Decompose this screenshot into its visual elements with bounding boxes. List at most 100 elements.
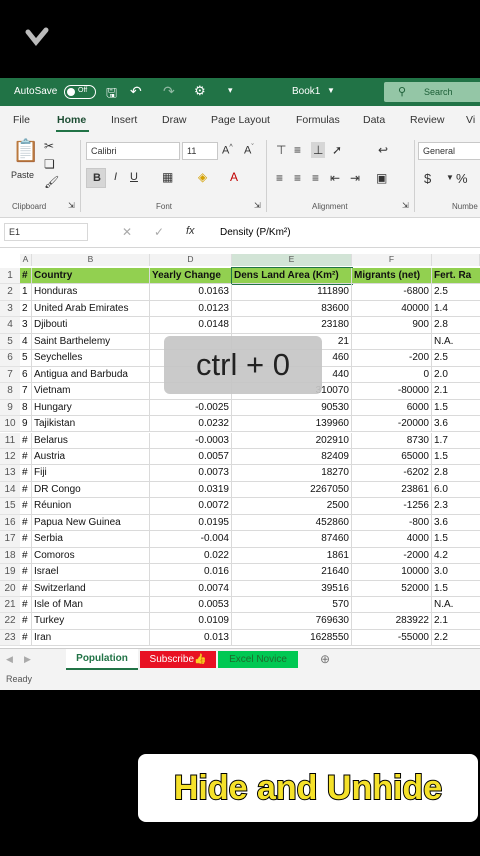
cell-f[interactable]: -200 xyxy=(352,350,432,367)
cell-b[interactable]: Belarus xyxy=(32,432,150,449)
cell-f[interactable]: -20000 xyxy=(352,416,432,433)
row-header[interactable]: 19 xyxy=(0,564,20,581)
header-cell-a[interactable]: # xyxy=(20,268,32,285)
tab-page-layout[interactable]: Page Layout xyxy=(211,114,270,126)
cell-e[interactable]: 769630 xyxy=(232,613,352,630)
wrap-text-icon[interactable]: ↩ xyxy=(378,144,388,156)
cell-g[interactable]: 1.5 xyxy=(432,531,480,548)
cell-f[interactable] xyxy=(352,597,432,614)
fill-color-icon[interactable]: ◈ xyxy=(198,171,207,183)
cell-e[interactable]: 2500 xyxy=(232,498,352,515)
row-header[interactable]: 15 xyxy=(0,498,20,515)
cell-b[interactable]: Réunion xyxy=(32,498,150,515)
grow-font-icon[interactable]: A^ xyxy=(222,144,233,157)
redo-icon[interactable]: ↷ xyxy=(163,83,175,100)
cell-d[interactable]: 0.0074 xyxy=(150,580,232,597)
underline-button[interactable]: U xyxy=(130,172,138,183)
cell-e[interactable]: 87460 xyxy=(232,531,352,548)
cell-f[interactable]: 283922 xyxy=(352,613,432,630)
header-cell-f[interactable]: Migrants (net) xyxy=(352,268,432,285)
dialog-launcher-icon[interactable]: ⇲ xyxy=(68,202,75,210)
align-left-icon[interactable]: ≡ xyxy=(276,172,283,184)
cell-f[interactable]: 6000 xyxy=(352,399,432,417)
cell-e[interactable]: 570 xyxy=(232,597,352,614)
bold-button[interactable]: B xyxy=(86,168,106,188)
cell-f[interactable]: 900 xyxy=(352,317,432,334)
col-header-f[interactable]: F xyxy=(352,254,432,266)
cell-g[interactable]: 1.5 xyxy=(432,449,480,466)
percent-button[interactable]: % xyxy=(456,172,468,185)
customize-qat-icon[interactable]: ▾ xyxy=(228,85,233,96)
tab-file[interactable]: File xyxy=(13,114,30,126)
cell-e[interactable]: 139960 xyxy=(232,416,352,433)
cell-b[interactable]: Tajikistan xyxy=(32,416,150,433)
cell-a[interactable]: # xyxy=(20,448,32,466)
cell-f[interactable]: -1256 xyxy=(352,498,432,515)
cell-d[interactable]: -0.004 xyxy=(150,531,232,548)
cell-a[interactable]: 6 xyxy=(20,366,32,384)
cell-b[interactable]: DR Congo xyxy=(32,481,150,499)
cell-d[interactable]: 0.022 xyxy=(150,547,232,565)
row-header[interactable]: 2 xyxy=(0,284,20,301)
cell-b[interactable]: Serbia xyxy=(32,531,150,548)
cell-e[interactable]: 1628550 xyxy=(232,629,352,647)
prev-sheet-icon[interactable]: ◀ xyxy=(6,654,13,665)
cell-b[interactable]: United Arab Emirates xyxy=(32,300,150,318)
row-header[interactable]: 21 xyxy=(0,597,20,614)
alignment-dialog-launcher-icon[interactable]: ⇲ xyxy=(402,202,409,210)
cell-a[interactable]: # xyxy=(20,547,32,565)
col-header-g[interactable] xyxy=(432,254,480,266)
row-header[interactable]: 3 xyxy=(0,300,20,318)
cell-d[interactable]: 0.0072 xyxy=(150,498,232,515)
cell-a[interactable]: # xyxy=(20,629,32,647)
cell-b[interactable]: Isle of Man xyxy=(32,597,150,614)
cell-e[interactable]: 23180 xyxy=(232,317,352,334)
cell-b[interactable]: Antigua and Barbuda xyxy=(32,366,150,384)
col-header-e[interactable]: E xyxy=(232,254,352,266)
cell-b[interactable]: Israel xyxy=(32,564,150,581)
row-header[interactable]: 8 xyxy=(0,383,20,400)
undo-icon[interactable]: ↶ xyxy=(130,83,142,100)
cell-g[interactable]: 2.0 xyxy=(432,367,480,384)
align-right-icon[interactable]: ≡ xyxy=(312,172,319,184)
italic-button[interactable]: I xyxy=(114,172,117,183)
cell-b[interactable]: Saint Barthelemy xyxy=(32,333,150,351)
header-cell-d[interactable]: Yearly Change xyxy=(150,268,232,285)
row-header[interactable]: 17 xyxy=(0,531,20,548)
currency-button[interactable]: $ xyxy=(424,172,431,185)
cell-g[interactable]: 2.8 xyxy=(432,465,480,482)
shrink-font-icon[interactable]: Aˇ xyxy=(244,144,254,157)
autosave-toggle[interactable]: Off xyxy=(64,85,96,99)
col-header-b[interactable]: B xyxy=(32,254,150,266)
sheet-tab-subscribe[interactable]: Subscribe👍 xyxy=(140,651,216,668)
cell-e[interactable]: 111890 xyxy=(232,284,352,301)
row-header[interactable]: 20 xyxy=(0,580,20,597)
row-header[interactable]: 4 xyxy=(0,317,20,334)
row-header[interactable]: 23 xyxy=(0,629,20,647)
cell-e[interactable]: 21640 xyxy=(232,564,352,581)
cell-g[interactable]: 6.0 xyxy=(432,482,480,499)
number-format-box[interactable]: General xyxy=(418,142,480,160)
next-sheet-icon[interactable]: ▶ xyxy=(24,654,31,665)
cell-f[interactable]: 23861 xyxy=(352,481,432,499)
row-header[interactable]: 13 xyxy=(0,465,20,482)
search-box[interactable]: ⚲ Search xyxy=(384,82,480,102)
cell-f[interactable]: -6202 xyxy=(352,465,432,482)
cell-b[interactable]: Djibouti xyxy=(32,317,150,334)
cell-b[interactable]: Papua New Guinea xyxy=(32,514,150,532)
tab-data[interactable]: Data xyxy=(363,114,385,126)
cell-a[interactable]: # xyxy=(20,597,32,614)
row-header[interactable]: 18 xyxy=(0,547,20,565)
align-bottom-icon[interactable]: ⊥ xyxy=(311,142,326,158)
cell-a[interactable]: 2 xyxy=(20,300,32,318)
cell-a[interactable]: 8 xyxy=(20,399,32,417)
cell-d[interactable]: 0.0109 xyxy=(150,613,232,630)
cell-f[interactable]: 0 xyxy=(352,366,432,384)
header-cell-g[interactable]: Fert. Ra xyxy=(432,268,480,285)
header-cell-e[interactable]: Dens Land Area (Km²) xyxy=(231,266,353,286)
cell-b[interactable]: Comoros xyxy=(32,547,150,565)
header-cell-b[interactable]: Country xyxy=(32,268,150,285)
enter-icon[interactable]: ✓ xyxy=(154,226,164,238)
row-header[interactable]: 10 xyxy=(0,416,20,433)
cell-d[interactable]: 0.013 xyxy=(150,629,232,647)
